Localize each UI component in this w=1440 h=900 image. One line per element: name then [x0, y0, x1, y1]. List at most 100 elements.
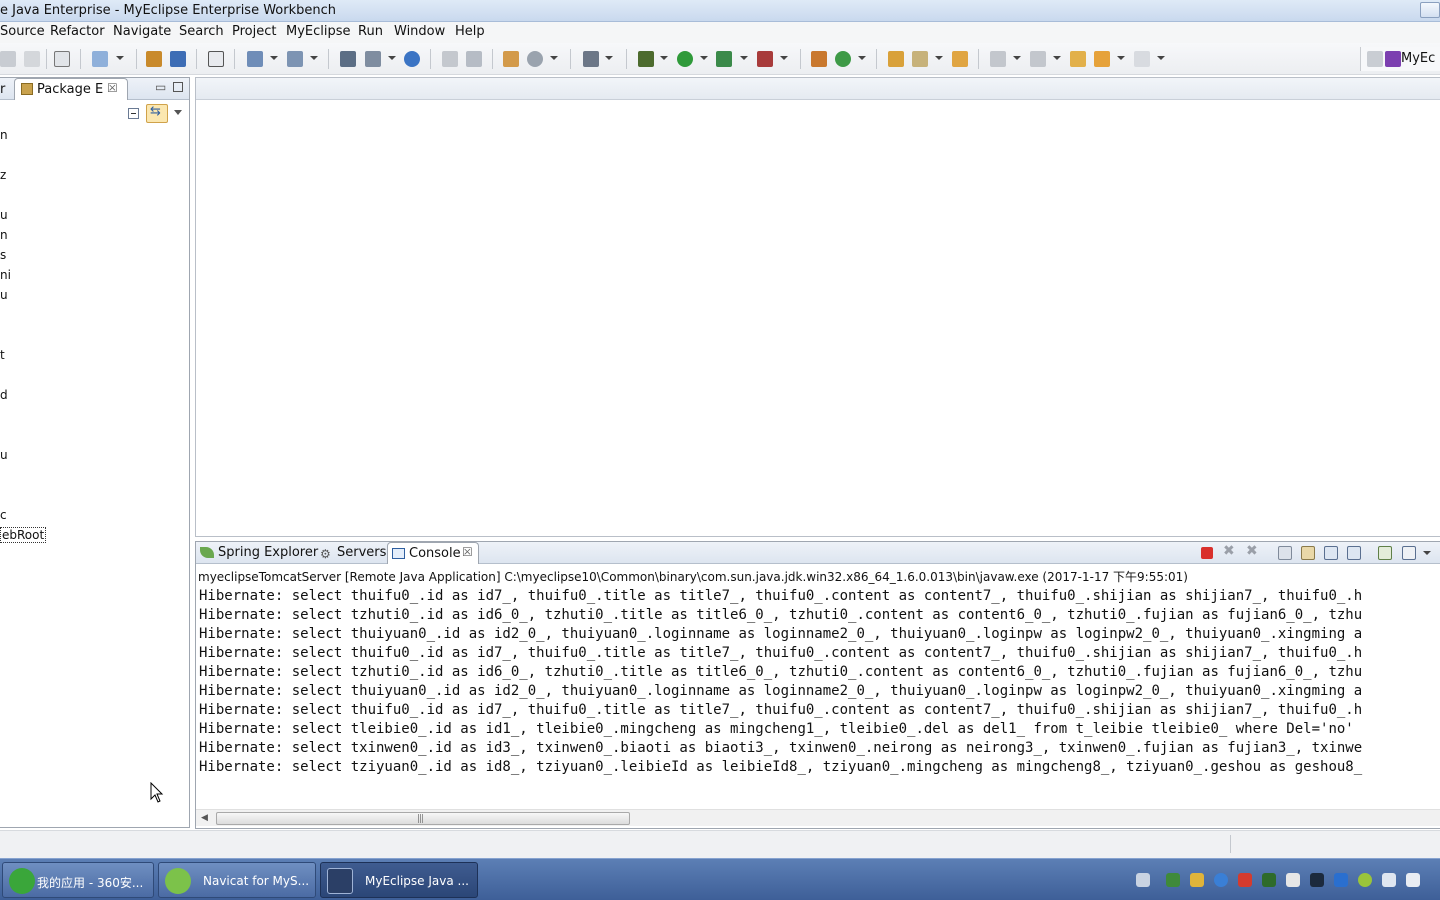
camera-icon[interactable]: [583, 51, 599, 67]
chevron-down-icon[interactable]: [1013, 56, 1021, 60]
chevron-down-icon[interactable]: [605, 56, 613, 60]
tree-item-selected[interactable]: ebRoot: [0, 527, 47, 543]
show-on-error-icon[interactable]: [1347, 546, 1361, 560]
chevron-down-icon[interactable]: [550, 56, 558, 60]
taskbar-item-360[interactable]: 我的应用 - 360安...: [2, 862, 154, 898]
tab-console[interactable]: Console ☒: [387, 542, 479, 564]
deploy-icon[interactable]: [247, 51, 263, 67]
scroll-left-icon[interactable]: ◀: [201, 813, 208, 823]
tab-servers[interactable]: ⚙ Servers: [316, 542, 386, 564]
remove-all-icon[interactable]: ✖: [1246, 543, 1260, 559]
menu-help[interactable]: Help: [455, 24, 485, 39]
chevron-down-icon[interactable]: [310, 56, 318, 60]
tree-item[interactable]: c: [0, 508, 7, 522]
coverage-icon[interactable]: [716, 51, 732, 67]
back-history-icon[interactable]: [442, 51, 458, 67]
taskbar-item-navicat[interactable]: Navicat for MyS...: [158, 862, 316, 898]
perspective-switcher[interactable]: MyEc: [1360, 47, 1440, 71]
close-icon[interactable]: ☒: [107, 81, 118, 95]
tab-spring-explorer[interactable]: Spring Explorer: [196, 542, 318, 564]
tree-item[interactable]: n: [0, 228, 8, 242]
menu-refactor[interactable]: Refactor: [50, 24, 105, 39]
chevron-down-icon[interactable]: [388, 56, 396, 60]
new-icon[interactable]: [0, 51, 16, 67]
remove-launch-icon[interactable]: ✖: [1223, 543, 1237, 559]
console-output[interactable]: Hibernate: select thuifu0_.id as id7_, t…: [199, 587, 1439, 805]
scrollbar-thumb[interactable]: |||: [216, 812, 630, 825]
open-perspective-icon[interactable]: [1367, 51, 1383, 67]
menu-myeclipse[interactable]: MyEclipse: [286, 24, 351, 39]
editor-area[interactable]: [195, 77, 1440, 537]
update-icon[interactable]: [1358, 873, 1372, 887]
next-annotation-icon[interactable]: [990, 51, 1006, 67]
pen-tool-icon[interactable]: [1310, 873, 1324, 887]
tree-item[interactable]: u: [0, 208, 8, 222]
display-console-icon[interactable]: [1402, 546, 1416, 560]
terminate-icon[interactable]: [1201, 547, 1213, 559]
link-with-editor-icon[interactable]: [146, 104, 168, 123]
maximize-icon[interactable]: [173, 82, 183, 92]
menu-source[interactable]: Source: [0, 24, 45, 39]
save-icon[interactable]: [24, 51, 40, 67]
menu-project[interactable]: Project: [232, 24, 276, 39]
tree-item[interactable]: u: [0, 288, 8, 302]
report-icon[interactable]: [365, 51, 381, 67]
tab-package-explorer[interactable]: Package E ☒: [14, 78, 128, 100]
print-icon[interactable]: [54, 51, 70, 67]
security-icon[interactable]: [1190, 873, 1204, 887]
volume-icon[interactable]: [1406, 873, 1420, 887]
debug-icon[interactable]: [638, 51, 654, 67]
forward-history-icon[interactable]: [466, 51, 482, 67]
tree-item[interactable]: n: [0, 128, 8, 142]
chevron-down-icon[interactable]: [700, 56, 708, 60]
menu-window[interactable]: Window: [394, 24, 445, 39]
globe-icon[interactable]: [404, 51, 420, 67]
settings-icon[interactable]: [1286, 873, 1300, 887]
open-resource-icon[interactable]: [170, 51, 186, 67]
display-icon[interactable]: [1382, 873, 1396, 887]
tree-item[interactable]: ni: [0, 268, 11, 282]
new-package-icon[interactable]: [811, 51, 827, 67]
minimize-icon[interactable]: ▭: [155, 80, 166, 94]
window-minimize-button[interactable]: [1420, 2, 1440, 18]
new-class-icon[interactable]: [835, 51, 851, 67]
chevron-down-icon[interactable]: [1117, 56, 1125, 60]
last-edit-icon[interactable]: [1070, 51, 1086, 67]
chevron-down-icon[interactable]: [780, 56, 788, 60]
database-icon[interactable]: [208, 51, 224, 67]
search-icon[interactable]: [527, 51, 543, 67]
external-tools-icon[interactable]: [757, 51, 773, 67]
collapse-all-icon[interactable]: [128, 108, 139, 119]
scroll-lock-icon[interactable]: [1301, 546, 1315, 560]
tab-previous[interactable]: r: [0, 82, 5, 97]
folder-icon[interactable]: [952, 51, 968, 67]
forward-icon[interactable]: [1134, 51, 1150, 67]
network-icon[interactable]: [1166, 873, 1180, 887]
nvidia-icon[interactable]: [1262, 873, 1276, 887]
taskbar-item-myeclipse[interactable]: MyEclipse Java ...: [320, 862, 478, 898]
menu-navigate[interactable]: Navigate: [113, 24, 171, 39]
chevron-down-icon[interactable]: [270, 56, 278, 60]
search-icon[interactable]: [1214, 873, 1228, 887]
chevron-down-icon[interactable]: [1423, 551, 1431, 555]
previous-annotation-icon[interactable]: [1030, 51, 1046, 67]
horizontal-scrollbar[interactable]: ◀ |||: [196, 809, 1440, 826]
tree-item[interactable]: t: [0, 348, 5, 362]
build-icon[interactable]: [503, 51, 519, 67]
tree-item[interactable]: z: [0, 168, 6, 182]
server-icon[interactable]: [287, 51, 303, 67]
open-type-icon[interactable]: [146, 51, 162, 67]
clear-console-icon[interactable]: [1278, 546, 1292, 560]
menu-search[interactable]: Search: [179, 24, 224, 39]
pen-icon[interactable]: [912, 51, 928, 67]
chevron-down-icon[interactable]: [660, 56, 668, 60]
tree-item[interactable]: s: [0, 248, 6, 262]
new-wizard-icon[interactable]: [92, 51, 108, 67]
view-menu-icon[interactable]: [174, 110, 182, 115]
pin-console-icon[interactable]: [1378, 546, 1392, 560]
show-on-output-icon[interactable]: [1324, 546, 1338, 560]
qq-icon[interactable]: [1238, 873, 1252, 887]
chevron-down-icon[interactable]: [740, 56, 748, 60]
chevron-down-icon[interactable]: [858, 56, 866, 60]
keyboard-icon[interactable]: [1136, 873, 1150, 887]
